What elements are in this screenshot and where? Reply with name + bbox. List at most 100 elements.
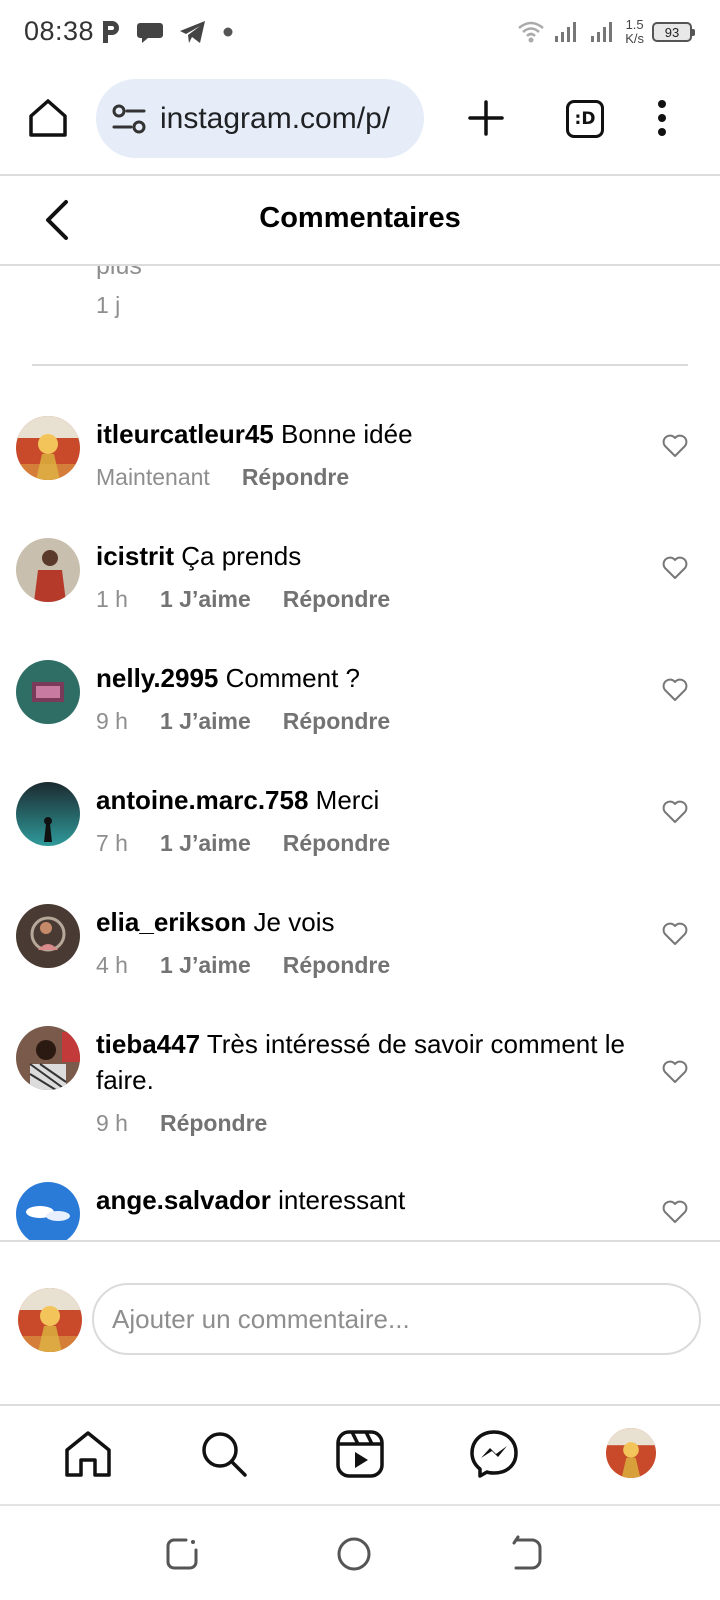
more-vert-icon[interactable]: [650, 96, 674, 140]
home-icon[interactable]: [62, 1428, 114, 1480]
comment-text: itleurcatleur45 Bonne idée: [96, 416, 636, 452]
comment-content: Bonne idée: [280, 419, 413, 449]
reply-button[interactable]: Répondre: [242, 464, 349, 491]
battery-icon: 93: [652, 22, 695, 42]
avatar[interactable]: [16, 416, 80, 480]
likes-count[interactable]: 1 J’aime: [160, 586, 251, 613]
status-time: 08:38: [24, 16, 95, 46]
avatar[interactable]: [16, 538, 80, 602]
comment-time: 4 h: [96, 952, 128, 978]
back-button[interactable]: [506, 1534, 546, 1574]
recents-button[interactable]: [162, 1534, 202, 1574]
page-title: Commentaires: [259, 202, 461, 234]
parking-icon: [103, 21, 119, 43]
comment-username[interactable]: icistrit: [96, 541, 174, 571]
comment-username[interactable]: elia_erikson: [96, 907, 246, 937]
home-icon[interactable]: [26, 96, 70, 140]
reply-button[interactable]: Répondre: [160, 1110, 267, 1137]
comment-text: tieba447 Très intéressé de savoir commen…: [96, 1026, 636, 1098]
comment-input[interactable]: [92, 1283, 701, 1355]
profile-avatar[interactable]: [606, 1428, 656, 1478]
dot-icon: [223, 27, 233, 37]
search-icon[interactable]: [198, 1428, 250, 1480]
avatar[interactable]: [16, 904, 80, 968]
avatar[interactable]: [16, 660, 80, 724]
divider: [0, 1240, 720, 1242]
comment-meta: 7 h 1 J’aime Répondre: [96, 830, 636, 857]
comment-meta: 1 h 1 J’aime Répondre: [96, 586, 636, 613]
heart-icon[interactable]: [662, 434, 688, 458]
comment-body: icistrit Ça prends 1 h 1 J’aime Répondre: [96, 538, 636, 613]
tab-switcher-icon[interactable]: :D: [566, 100, 604, 138]
home-button[interactable]: [334, 1534, 374, 1574]
comments-list[interactable]: plus 1 j itleurcatleur45 Bonne idée Main…: [0, 266, 720, 1240]
network-speed-unit: K/s: [625, 31, 644, 46]
avatar[interactable]: [16, 1026, 80, 1090]
tab-switcher-label: :D: [574, 109, 596, 129]
url-text[interactable]: instagram.com/p/: [160, 102, 390, 136]
comment-body: antoine.marc.758 Merci 7 h 1 J’aime Répo…: [96, 782, 636, 857]
likes-count[interactable]: 1 J’aime: [160, 830, 251, 857]
comment-body: nelly.2995 Comment ? 9 h 1 J’aime Répond…: [96, 660, 636, 735]
likes-count[interactable]: 1 J’aime: [160, 708, 251, 735]
site-settings-icon[interactable]: [110, 100, 148, 138]
network-speed-value: 1.5: [625, 17, 644, 32]
comment-body: tieba447 Très intéressé de savoir commen…: [96, 1026, 636, 1137]
reels-icon[interactable]: [334, 1428, 386, 1480]
comment-text: icistrit Ça prends: [96, 538, 636, 574]
heart-icon[interactable]: [662, 800, 688, 824]
comment-text: nelly.2995 Comment ?: [96, 660, 636, 696]
messenger-icon[interactable]: [468, 1428, 520, 1480]
comment-content: interessant: [278, 1185, 406, 1215]
comment-time: 9 h: [96, 1110, 128, 1136]
comment-meta: 9 h 1 J’aime Répondre: [96, 708, 636, 735]
avatar: [18, 1288, 82, 1352]
previous-comment-tail[interactable]: plus: [96, 266, 142, 281]
wifi-icon: [518, 21, 545, 43]
comment-content: Je vois: [253, 907, 335, 937]
bottom-nav: [0, 1406, 720, 1504]
reply-button[interactable]: Répondre: [283, 586, 390, 613]
heart-icon[interactable]: [662, 556, 688, 580]
chat-bubble-icon: [137, 23, 163, 43]
heart-icon[interactable]: [662, 678, 688, 702]
comment-time: Maintenant: [96, 464, 210, 490]
previous-comment-time: 1 j: [96, 292, 121, 318]
reply-button[interactable]: Répondre: [283, 952, 390, 979]
avatar[interactable]: [16, 1182, 80, 1240]
comments-header: Commentaires: [0, 176, 720, 264]
comment-body: itleurcatleur45 Bonne idée Maintenant Ré…: [96, 416, 636, 491]
reply-button[interactable]: Répondre: [283, 708, 390, 735]
comment-content: Ça prends: [181, 541, 302, 571]
comment-username[interactable]: nelly.2995: [96, 663, 218, 693]
comment-meta: 9 h Répondre: [96, 1110, 636, 1137]
comment-time: 7 h: [96, 830, 128, 856]
comment-username[interactable]: itleurcatleur45: [96, 419, 274, 449]
separator: [32, 364, 688, 366]
heart-icon[interactable]: [662, 1060, 688, 1084]
status-bar: 08:38 1.5 K/s 93: [0, 0, 720, 66]
comment-time: 1 h: [96, 586, 128, 612]
comment-text: ange.salvador interessant: [96, 1182, 636, 1218]
browser-toolbar: instagram.com/p/ :D: [0, 66, 720, 174]
telegram-icon: [180, 21, 205, 43]
comment-body: ange.salvador interessant: [96, 1182, 636, 1218]
avatar[interactable]: [16, 782, 80, 846]
likes-count[interactable]: 1 J’aime: [160, 952, 251, 979]
comment-username[interactable]: ange.salvador: [96, 1185, 271, 1215]
url-bar[interactable]: instagram.com/p/: [96, 79, 424, 158]
new-tab-plus-icon[interactable]: [466, 98, 506, 138]
comment-meta: 4 h 1 J’aime Répondre: [96, 952, 636, 979]
heart-icon[interactable]: [662, 922, 688, 946]
comment-meta: Maintenant Répondre: [96, 464, 636, 491]
heart-icon[interactable]: [662, 1200, 688, 1224]
battery-level: 93: [664, 24, 680, 40]
comment-username[interactable]: antoine.marc.758: [96, 785, 308, 815]
comment-content: Comment ?: [225, 663, 361, 693]
comment-username[interactable]: tieba447: [96, 1029, 200, 1059]
system-status-icons: 1.5 K/s 93: [517, 14, 695, 50]
system-nav-bar: [0, 1506, 720, 1600]
notification-icons: [100, 16, 234, 48]
reply-button[interactable]: Répondre: [283, 830, 390, 857]
network-speed: 1.5 K/s: [625, 18, 644, 46]
